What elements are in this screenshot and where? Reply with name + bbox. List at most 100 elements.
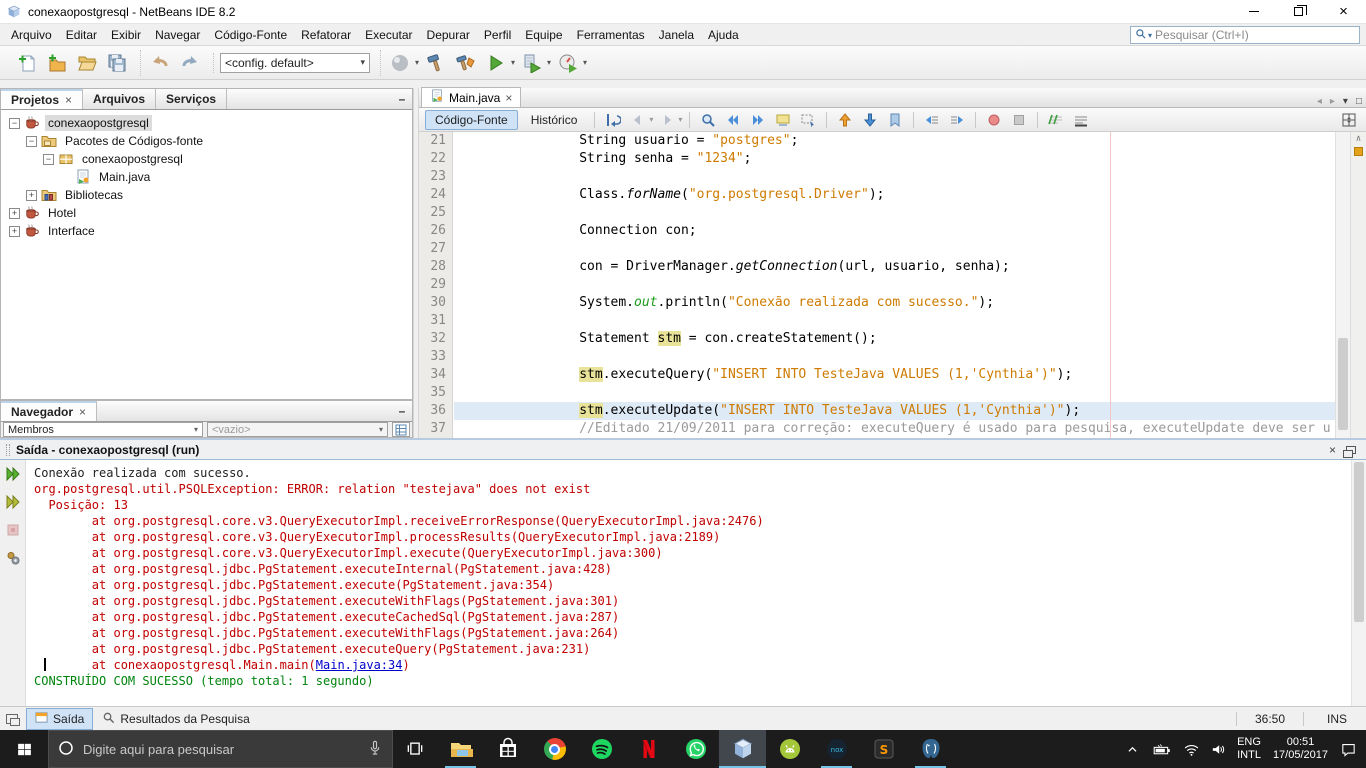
menu-item-equipe[interactable]: Equipe <box>518 26 569 44</box>
code-editor[interactable]: 2122232425262728293031323334353637 Strin… <box>419 132 1366 438</box>
code-line-24[interactable]: Class.forName("org.postgresql.Driver"); <box>454 186 1335 204</box>
menu-item-executar[interactable]: Executar <box>358 26 419 44</box>
taskbar-app-chrome-icon[interactable] <box>531 730 578 768</box>
run-project-button[interactable] <box>483 50 509 76</box>
tray-chevron-up-icon[interactable] <box>1119 730 1146 768</box>
editor-tab-main-java[interactable]: Main.java × <box>421 87 521 107</box>
tab-navegador[interactable]: Navegador× <box>1 401 97 421</box>
webstart-button[interactable] <box>387 50 413 76</box>
expand-icon[interactable]: + <box>26 190 37 201</box>
tab-arquivos[interactable]: Arquivos <box>83 89 156 109</box>
menu-item-navegar[interactable]: Navegar <box>148 26 207 44</box>
shift-line-left-icon[interactable] <box>921 110 943 130</box>
code-line-29[interactable] <box>454 276 1335 294</box>
drag-grip-icon[interactable] <box>6 444 10 456</box>
output-console[interactable]: Conexão realizada com sucesso.org.postgr… <box>26 460 1351 706</box>
save-all-button[interactable] <box>104 50 130 76</box>
language-indicator[interactable]: ENGINTL <box>1232 730 1266 768</box>
statusbar-tab-resultados[interactable]: Resultados da Pesquisa <box>93 708 258 730</box>
close-output-icon[interactable]: × <box>1323 443 1342 457</box>
scrollbar-thumb[interactable] <box>1354 462 1364 622</box>
collapse-icon[interactable]: − <box>26 136 37 147</box>
tab-projetos[interactable]: Projetos× <box>1 89 83 109</box>
code-line-34[interactable]: stm.executeQuery("INSERT INTO TesteJava … <box>454 366 1335 384</box>
taskbar-app-spotify-icon[interactable] <box>578 730 625 768</box>
maximize-editor-icon[interactable]: □ <box>1352 96 1366 107</box>
chevron-down-icon[interactable]: ▾ <box>583 58 587 67</box>
taskbar-app-file-explorer-icon[interactable] <box>437 730 484 768</box>
uncomment-icon[interactable] <box>1070 110 1092 130</box>
find-next-occurrence-icon[interactable] <box>747 110 769 130</box>
rectangular-selection-icon[interactable] <box>797 110 819 130</box>
menu-item-exibir[interactable]: Exibir <box>104 26 148 44</box>
ant-settings-icon[interactable] <box>5 550 21 569</box>
code-line-28[interactable]: con = DriverManager.getConnection(url, u… <box>454 258 1335 276</box>
redo-button[interactable] <box>177 50 203 76</box>
menu-item-editar[interactable]: Editar <box>59 26 104 44</box>
float-window-icon[interactable] <box>1346 446 1356 454</box>
undo-button[interactable] <box>147 50 173 76</box>
close-button[interactable]: × <box>1321 0 1366 23</box>
tab-servicos[interactable]: Serviços <box>156 89 227 109</box>
chevron-down-icon[interactable]: ▾ <box>547 58 551 67</box>
taskbar-app-android-studio-icon[interactable] <box>766 730 813 768</box>
menu-item-ajuda[interactable]: Ajuda <box>701 26 746 44</box>
code-line-23[interactable] <box>454 168 1335 186</box>
taskbar-app-whatsapp-icon[interactable] <box>672 730 719 768</box>
code-line-32[interactable]: Statement stm = con.createStatement(); <box>454 330 1335 348</box>
minimize-button[interactable] <box>1231 0 1276 23</box>
code-line-36[interactable]: stm.executeUpdate("INSERT INTO TesteJava… <box>454 402 1335 420</box>
stacktrace-link[interactable]: Main.java:34 <box>316 658 403 672</box>
menu-item-depurar[interactable]: Depurar <box>420 26 477 44</box>
profile-project-button[interactable] <box>555 50 581 76</box>
code-line-22[interactable]: String senha = "1234"; <box>454 150 1335 168</box>
rerun-with-options-icon[interactable] <box>5 494 21 513</box>
find-icon[interactable] <box>697 110 719 130</box>
output-scrollbar[interactable] <box>1351 460 1366 706</box>
code-line-31[interactable] <box>454 312 1335 330</box>
statusbar-tab-saida[interactable]: Saída <box>26 708 93 730</box>
task-view-button[interactable] <box>393 730 437 768</box>
menu-item-c-digo-fonte[interactable]: Código-Fonte <box>207 26 294 44</box>
stop-macro-recording-icon[interactable] <box>1008 110 1030 130</box>
tree-item-main-java[interactable]: Main.java <box>1 168 412 186</box>
scroll-tabs-right-icon[interactable]: ▸ <box>1326 96 1339 107</box>
close-tab-icon[interactable]: × <box>79 405 86 419</box>
open-project-button[interactable] <box>74 50 100 76</box>
code-line-25[interactable] <box>454 204 1335 222</box>
debug-project-button[interactable] <box>519 50 545 76</box>
tab-list-dropdown-icon[interactable]: ▾ <box>1339 96 1352 107</box>
tree-item-conexaopostgresql[interactable]: −conexaopostgresql <box>1 150 412 168</box>
quick-search-box[interactable]: ▾ <box>1130 26 1360 44</box>
scroll-tabs-left-icon[interactable]: ◂ <box>1313 96 1326 107</box>
split-document-icon[interactable] <box>1338 110 1360 130</box>
code-line-33[interactable] <box>454 348 1335 366</box>
collapse-icon[interactable]: − <box>9 118 20 129</box>
menu-item-refatorar[interactable]: Refatorar <box>294 26 358 44</box>
previous-bookmark-icon[interactable] <box>834 110 856 130</box>
code-line-26[interactable]: Connection con; <box>454 222 1335 240</box>
search-scope-caret-icon[interactable]: ▾ <box>1148 31 1152 40</box>
clock[interactable]: 00:51 17/05/2017 <box>1266 736 1335 762</box>
taskbar-app-nox-player-icon[interactable]: nox <box>813 730 860 768</box>
menu-item-ferramentas[interactable]: Ferramentas <box>570 26 652 44</box>
navigator-filter-icon[interactable] <box>392 422 410 437</box>
restore-button[interactable] <box>1276 0 1321 23</box>
editor-scrollbar[interactable] <box>1335 132 1350 438</box>
scrollbar-thumb[interactable] <box>1338 338 1348 430</box>
back-icon[interactable] <box>627 110 649 130</box>
view-history-button[interactable]: Histórico <box>521 110 588 130</box>
code-line-27[interactable] <box>454 240 1335 258</box>
warning-flag-icon[interactable] <box>1354 147 1363 156</box>
menu-item-perfil[interactable]: Perfil <box>477 26 518 44</box>
close-tab-icon[interactable]: × <box>505 91 512 105</box>
action-center-icon[interactable] <box>1335 730 1362 768</box>
last-edit-icon[interactable] <box>602 110 624 130</box>
tree-item-conexaopostgresql[interactable]: −conexaopostgresql <box>1 114 412 132</box>
volume-icon[interactable] <box>1205 730 1232 768</box>
code-line-21[interactable]: String usuario = "postgres"; <box>454 132 1335 150</box>
taskbar-app-sublime-text-icon[interactable]: S <box>860 730 907 768</box>
taskbar-app-postgresql-icon[interactable] <box>907 730 954 768</box>
minimize-panel-icon[interactable]: – <box>392 404 412 421</box>
tree-item-interface[interactable]: +Interface <box>1 222 412 240</box>
